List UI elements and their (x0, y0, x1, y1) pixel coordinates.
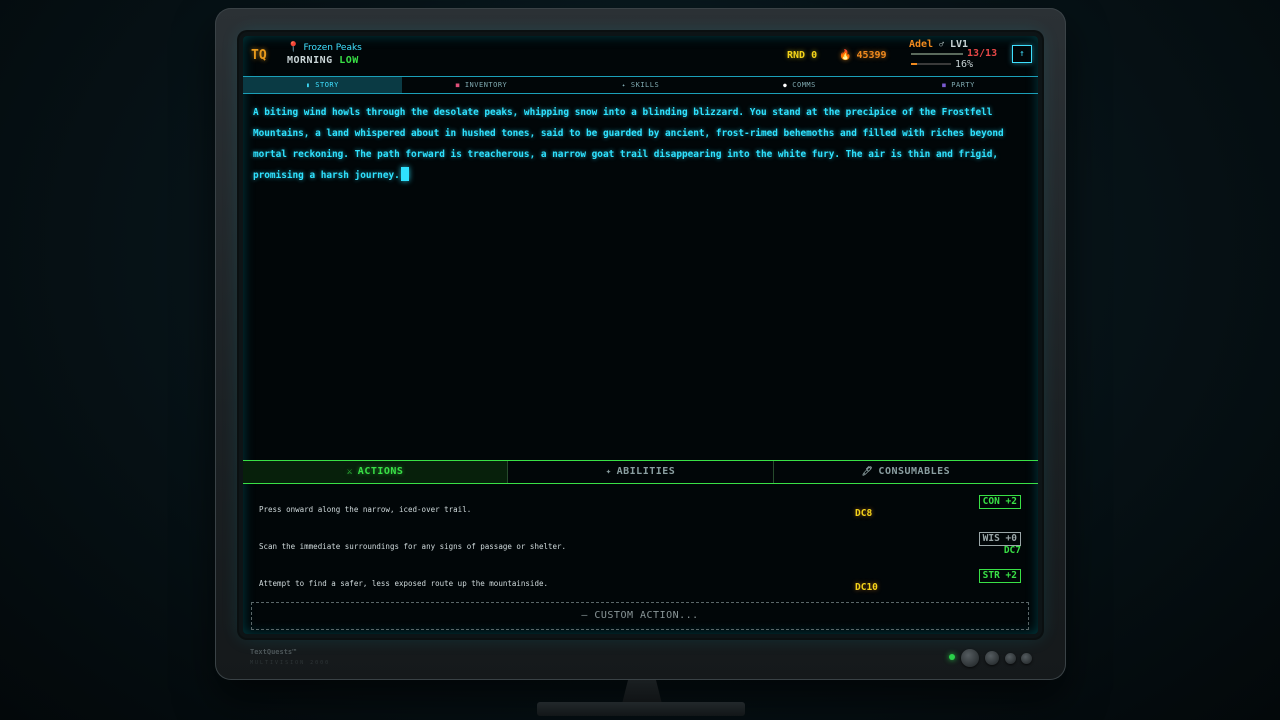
tab-label: INVENTORY (464, 81, 508, 89)
game-logo: TQ (251, 48, 267, 63)
story-text-area: A biting wind howls through the desolate… (253, 102, 1013, 186)
tab-label: PARTY (951, 81, 975, 89)
time-level: LOW (339, 55, 359, 66)
power-led (949, 654, 955, 660)
minus-icon: – (581, 610, 595, 621)
round-counter: RND 0 (787, 50, 817, 61)
gender-icon: ♂ (939, 40, 944, 49)
flame-icon: 🔥 (839, 50, 852, 61)
game-screen: TQ 📍 Frozen Peaks MORNING LOW RND 0 🔥 45… (243, 36, 1038, 634)
difficulty-class: DC10 (855, 582, 878, 593)
people-icon: ■ (942, 82, 947, 89)
monitor-stand-base (537, 702, 745, 716)
tab-consumables[interactable]: 🖊 CONSUMABLES (774, 461, 1038, 483)
story-text: A biting wind howls through the desolate… (253, 107, 1004, 181)
dial-knob[interactable] (1005, 653, 1016, 664)
action-option[interactable]: Attempt to find a safer, less exposed ro… (259, 569, 1021, 597)
time-of-day: MORNING (287, 55, 333, 66)
action-tabs: ⚔ ACTIONS ✦ ABILITIES 🖊 CONSUMABLES (243, 460, 1038, 484)
tab-label: CONSUMABLES (878, 466, 951, 477)
bag-icon: ■ (455, 82, 460, 89)
tab-abilities[interactable]: ✦ ABILITIES (508, 461, 774, 483)
tab-story[interactable]: ▮ STORY (243, 77, 402, 93)
location-name: Frozen Peaks (303, 42, 362, 53)
hp-bar (911, 53, 963, 55)
difficulty-class: DC7 (1003, 545, 1021, 556)
star-icon: ✦ (621, 82, 626, 89)
xp-bar (911, 63, 951, 65)
crt-monitor: TQ 📍 Frozen Peaks MORNING LOW RND 0 🔥 45… (215, 8, 1066, 680)
tab-label: COMMS (792, 81, 816, 89)
custom-action-button[interactable]: – CUSTOM ACTION... (251, 602, 1029, 630)
sparkle-icon: ✦ (605, 467, 612, 477)
action-text: Press onward along the narrow, iced-over… (259, 505, 472, 514)
dial-knob[interactable] (1021, 653, 1032, 664)
potion-icon: 🖊 (861, 467, 874, 477)
custom-action-label: CUSTOM ACTION... (594, 610, 699, 621)
gold-value: 45399 (856, 50, 887, 61)
xp-bar-fill (911, 63, 918, 65)
tab-skills[interactable]: ✦ SKILLS (561, 77, 720, 93)
action-option[interactable]: Press onward along the narrow, iced-over… (259, 495, 1021, 523)
tab-comms[interactable]: ● COMMS (720, 77, 879, 93)
tab-actions[interactable]: ⚔ ACTIONS (243, 461, 509, 483)
swords-icon: ⚔ (346, 467, 353, 477)
action-text: Attempt to find a safer, less exposed ro… (259, 579, 548, 588)
difficulty-class: DC8 (855, 508, 873, 519)
action-text: Scan the immediate surroundings for any … (259, 542, 567, 551)
tab-label: STORY (315, 81, 339, 89)
action-option[interactable]: Scan the immediate surroundings for any … (259, 532, 1021, 560)
tab-label: ACTIONS (357, 466, 404, 477)
dial-knob[interactable] (985, 651, 999, 665)
character-name: Adel (909, 39, 934, 50)
tab-inventory[interactable]: ■ INVENTORY (402, 77, 561, 93)
tab-party[interactable]: ■ PARTY (879, 77, 1038, 93)
main-nav: ▮ STORY ■ INVENTORY ✦ SKILLS ● COMMS ■ PARTY (243, 76, 1038, 94)
book-icon: ▮ (306, 82, 311, 89)
dot-icon: ● (783, 82, 788, 89)
monitor-bezel: TQ 📍 Frozen Peaks MORNING LOW RND 0 🔥 45… (239, 32, 1042, 638)
stat-modifier-badge: STR +2 (978, 569, 1021, 583)
xp-value: 16% (955, 59, 974, 70)
character-level: LV1 (949, 39, 969, 50)
round-value: 0 (811, 50, 818, 61)
gold-counter: 🔥 45399 (839, 50, 887, 61)
monitor-model: MULTIVISION 2000 (250, 660, 331, 666)
power-knob[interactable] (961, 649, 979, 667)
round-label: RND (787, 50, 806, 61)
monitor-stand-neck (622, 680, 662, 704)
tab-label: SKILLS (630, 81, 660, 89)
status-bar: TQ 📍 Frozen Peaks MORNING LOW RND 0 🔥 45… (243, 36, 1038, 74)
map-pin-icon: 📍 (287, 42, 300, 53)
stat-modifier-badge: WIS +0 (978, 532, 1021, 546)
location-block: 📍 Frozen Peaks MORNING LOW (287, 42, 362, 66)
monitor-brand: TextQuests™ (250, 648, 297, 656)
hp-value: 13/13 (967, 48, 998, 59)
character-panel[interactable]: Adel ♂ LV1 13/13 16% (909, 39, 1009, 71)
up-arrow-icon[interactable]: ↑ (1012, 45, 1032, 63)
tab-label: ABILITIES (616, 466, 676, 477)
text-cursor (400, 167, 409, 181)
stat-modifier-badge: CON +2 (978, 495, 1021, 509)
